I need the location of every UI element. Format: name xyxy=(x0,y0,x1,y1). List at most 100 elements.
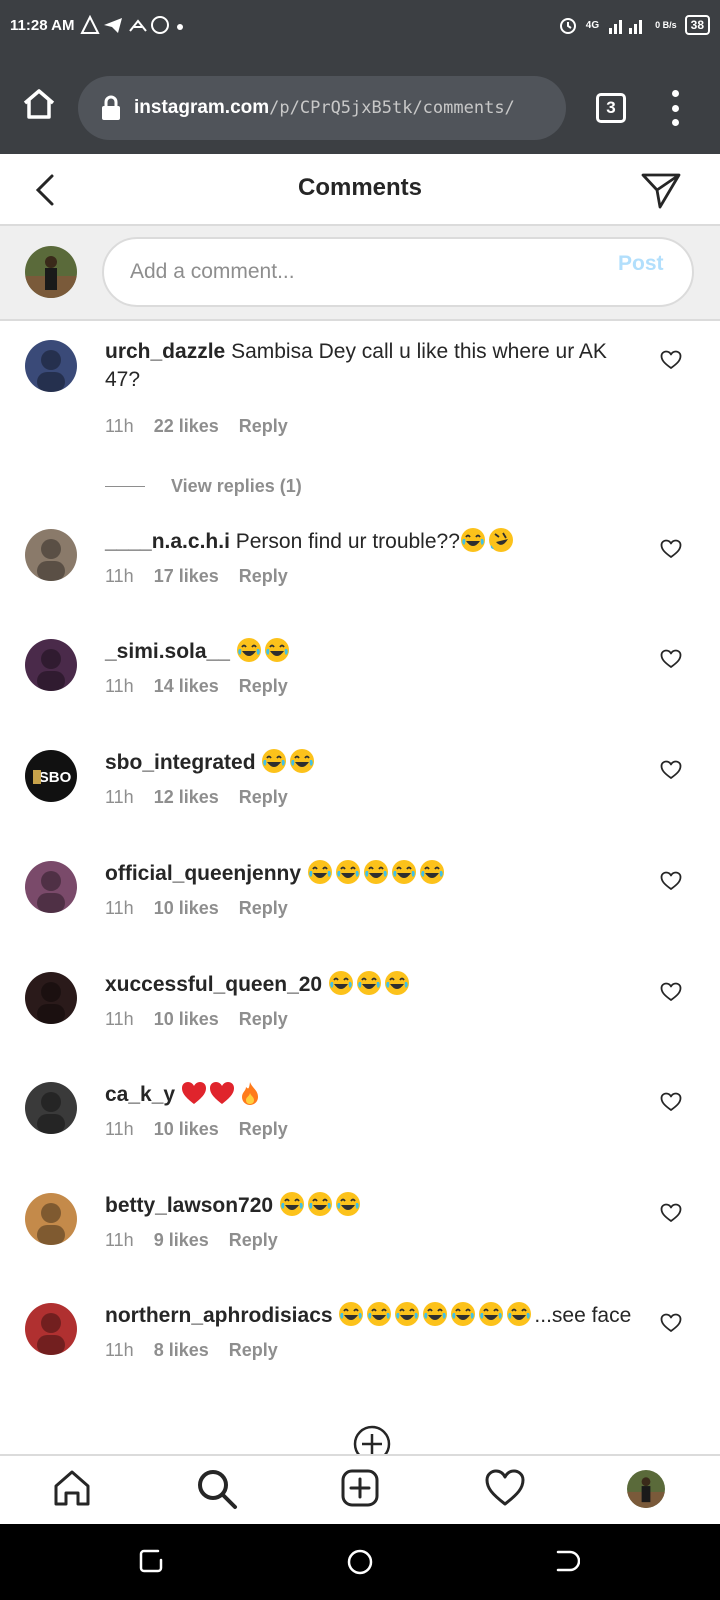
comment-likes[interactable]: 10 likes xyxy=(154,1119,219,1140)
nav-search[interactable] xyxy=(196,1468,238,1515)
nav-profile[interactable] xyxy=(627,1470,665,1508)
like-comment-button[interactable] xyxy=(660,1092,682,1117)
comment-meta: 11h 17 likes Reply xyxy=(105,566,288,587)
paper-plane-icon xyxy=(641,173,681,209)
view-replies-button[interactable]: View replies (1) xyxy=(105,476,302,497)
like-comment-button[interactable] xyxy=(660,1313,682,1338)
comment-text: ...see face xyxy=(534,1304,632,1327)
home-icon xyxy=(54,1470,90,1506)
laughing-tears-emoji-icon xyxy=(391,860,416,884)
laughing-tears-emoji-icon xyxy=(507,1302,532,1326)
laughing-tears-emoji-icon xyxy=(307,1192,332,1216)
laughing-tears-emoji-icon xyxy=(460,528,485,552)
emoji-group xyxy=(279,1192,363,1217)
comment-input[interactable] xyxy=(102,237,694,307)
add-post-icon xyxy=(341,1469,379,1507)
comment-username[interactable]: official_queenjenny xyxy=(105,862,301,885)
home-circle-icon[interactable] xyxy=(346,1548,374,1576)
url-host: instagram.com xyxy=(134,97,270,118)
comment-body: betty_lawson720 xyxy=(105,1191,635,1220)
recent-apps-icon[interactable] xyxy=(138,1548,164,1574)
home-button[interactable] xyxy=(22,88,56,125)
share-button[interactable] xyxy=(640,170,682,215)
comment-username[interactable]: xuccessful_queen_20 xyxy=(105,973,322,996)
status-time: 11:28 AM xyxy=(10,16,75,34)
nav-activity[interactable] xyxy=(484,1468,526,1513)
commenter-avatar[interactable] xyxy=(25,529,77,581)
nav-home[interactable] xyxy=(52,1468,92,1513)
browser-menu-button[interactable] xyxy=(668,90,682,126)
emoji-group xyxy=(307,860,447,885)
emoji-group xyxy=(460,528,516,553)
reply-button[interactable]: Reply xyxy=(239,676,288,697)
laughing-tears-emoji-icon xyxy=(335,1192,360,1216)
like-comment-button[interactable] xyxy=(660,350,682,375)
comment-username[interactable]: ca_k_y xyxy=(105,1083,175,1106)
commenter-avatar[interactable] xyxy=(25,972,77,1024)
heart-outline-icon xyxy=(660,1313,682,1332)
tab-switcher-button[interactable]: 3 xyxy=(596,93,626,123)
like-comment-button[interactable] xyxy=(660,539,682,564)
url-path: /p/CPrQ5jxB5tk/comments/ xyxy=(269,98,515,118)
comment-likes[interactable]: 22 likes xyxy=(154,416,219,437)
comment-likes[interactable]: 9 likes xyxy=(154,1230,209,1251)
laughing-tears-emoji-icon xyxy=(356,971,381,995)
heart-outline-icon xyxy=(660,1203,682,1222)
comment-username[interactable]: ____n.a.c.h.i xyxy=(105,530,230,553)
bottom-navigation xyxy=(0,1454,720,1524)
reply-button[interactable]: Reply xyxy=(239,1009,288,1030)
avatar-label: SBO xyxy=(39,769,72,786)
address-bar[interactable]: instagram.com /p/CPrQ5jxB5tk/comments/ xyxy=(78,76,566,140)
reply-button[interactable]: Reply xyxy=(239,566,288,587)
laughing-tears-emoji-icon xyxy=(363,860,388,884)
comment-username[interactable]: northern_aphrodisiacs xyxy=(105,1304,333,1327)
commenter-avatar[interactable] xyxy=(25,1193,77,1245)
commenter-avatar[interactable] xyxy=(25,861,77,913)
reply-button[interactable]: Reply xyxy=(239,416,288,437)
laughing-tears-emoji-icon xyxy=(339,1302,364,1326)
commenter-avatar[interactable]: SBO xyxy=(25,750,77,802)
reply-button[interactable]: Reply xyxy=(239,1119,288,1140)
laughing-tears-emoji-icon xyxy=(290,749,315,773)
comment-likes[interactable]: 8 likes xyxy=(154,1340,209,1361)
comment-time: 11h xyxy=(105,1230,134,1250)
reply-button[interactable]: Reply xyxy=(239,898,288,919)
comment-likes[interactable]: 10 likes xyxy=(154,898,219,919)
user-avatar xyxy=(25,246,77,298)
reply-button[interactable]: Reply xyxy=(229,1230,278,1251)
nav-new-post[interactable] xyxy=(340,1468,380,1513)
comment-likes[interactable]: 17 likes xyxy=(154,566,219,587)
comment-likes[interactable]: 12 likes xyxy=(154,787,219,808)
commenter-avatar[interactable] xyxy=(25,1303,77,1355)
profile-avatar xyxy=(627,1470,665,1508)
comment-username[interactable]: urch_dazzle xyxy=(105,340,225,363)
status-bar: 11:28 AM 4G 0 B/s 38 xyxy=(0,0,720,50)
like-comment-button[interactable] xyxy=(660,982,682,1007)
comment-username[interactable]: betty_lawson720 xyxy=(105,1194,273,1217)
like-comment-button[interactable] xyxy=(660,760,682,785)
laughing-tears-emoji-icon xyxy=(328,971,353,995)
comment-time: 11h xyxy=(105,676,134,696)
back-arrow-icon[interactable] xyxy=(554,1548,580,1574)
comment-meta: 11h 9 likes Reply xyxy=(105,1230,278,1251)
comment-username[interactable]: sbo_integrated xyxy=(105,751,256,774)
post-button[interactable]: Post xyxy=(618,252,664,276)
reply-button[interactable]: Reply xyxy=(239,787,288,808)
reply-button[interactable]: Reply xyxy=(229,1340,278,1361)
signal-icon xyxy=(609,20,643,34)
comment-meta: 11h 10 likes Reply xyxy=(105,1119,288,1140)
comment-likes[interactable]: 10 likes xyxy=(154,1009,219,1030)
comment-likes[interactable]: 14 likes xyxy=(154,676,219,697)
like-comment-button[interactable] xyxy=(660,871,682,896)
comment-composer: Post xyxy=(0,226,720,321)
like-comment-button[interactable] xyxy=(660,1203,682,1228)
like-comment-button[interactable] xyxy=(660,649,682,674)
commenter-avatar[interactable] xyxy=(25,1082,77,1134)
comment-body: ca_k_y xyxy=(105,1080,635,1109)
comment-meta: 11h 10 likes Reply xyxy=(105,898,288,919)
comment-text: Person find ur trouble?? xyxy=(235,530,460,553)
comment-username[interactable]: _simi.sola__ xyxy=(105,640,230,663)
home-icon xyxy=(23,89,55,119)
commenter-avatar[interactable] xyxy=(25,639,77,691)
commenter-avatar[interactable] xyxy=(25,340,77,392)
